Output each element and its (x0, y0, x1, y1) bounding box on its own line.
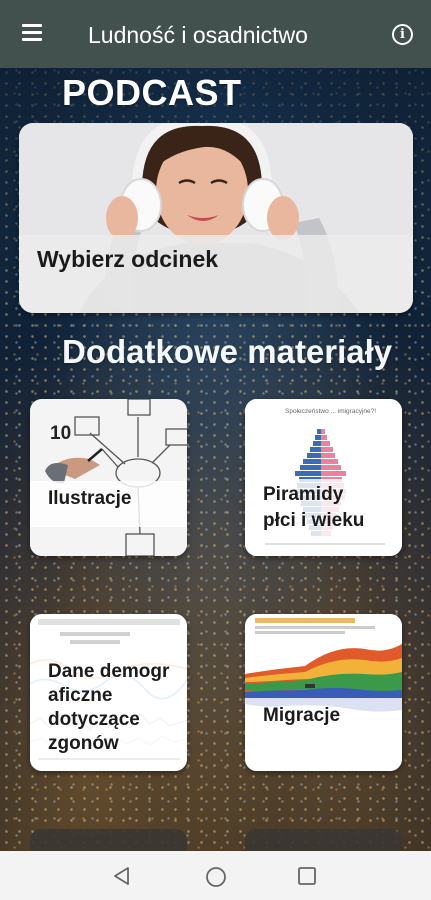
info-icon[interactable]: i (392, 24, 413, 45)
next-tile-peek[interactable] (30, 829, 187, 851)
refugee-streamgraph-image (245, 614, 402, 771)
tile-dane-label-line4: zgonów (48, 733, 119, 754)
tile-migracje[interactable]: Migracje (245, 614, 402, 771)
tile-piramidy[interactable]: Społeczeństwo ... imigracyjne?! Piramidy… (245, 399, 402, 556)
tile-dane-demograficzne[interactable]: Dane demogr aficzne dotyczące zgonów (30, 614, 187, 771)
hamburger-menu-icon[interactable] (22, 24, 46, 44)
svg-text:Społeczeństwo ... imigracyjne?: Społeczeństwo ... imigracyjne?! (285, 408, 376, 415)
podcast-card[interactable]: Wybierz odcinek (19, 123, 413, 313)
tile-ilustracje[interactable]: 10 Ilustracje (30, 399, 187, 556)
tile-dane-label-line3: dotyczące (48, 709, 140, 730)
app-title: Ludność i osadnictwo (88, 22, 308, 48)
svg-text:10: 10 (50, 423, 71, 444)
tile-dane-label-line1: Dane demogr (48, 661, 170, 682)
next-tile-peek[interactable] (245, 829, 402, 851)
tile-piramidy-label-line1: Piramidy (263, 484, 344, 505)
illustration-sketch-image: 10 (30, 399, 187, 556)
home-icon[interactable] (205, 866, 227, 888)
podcast-card-label: Wybierz odcinek (37, 246, 219, 272)
recent-apps-icon[interactable] (297, 866, 317, 886)
tile-piramidy-label-line2: płci i wieku (263, 510, 365, 531)
materials-section-title: Dodatkowe materiały (62, 333, 393, 370)
system-navigation-bar (0, 851, 431, 900)
app-bar: Ludność i osadnictwo i (0, 0, 431, 68)
tile-dane-label-line2: aficzne (48, 685, 113, 706)
podcast-section-title: PODCAST (62, 72, 242, 113)
tile-ilustracje-label: Ilustracje (48, 488, 132, 509)
back-icon[interactable] (112, 866, 132, 886)
tile-migracje-label: Migracje (263, 705, 341, 726)
